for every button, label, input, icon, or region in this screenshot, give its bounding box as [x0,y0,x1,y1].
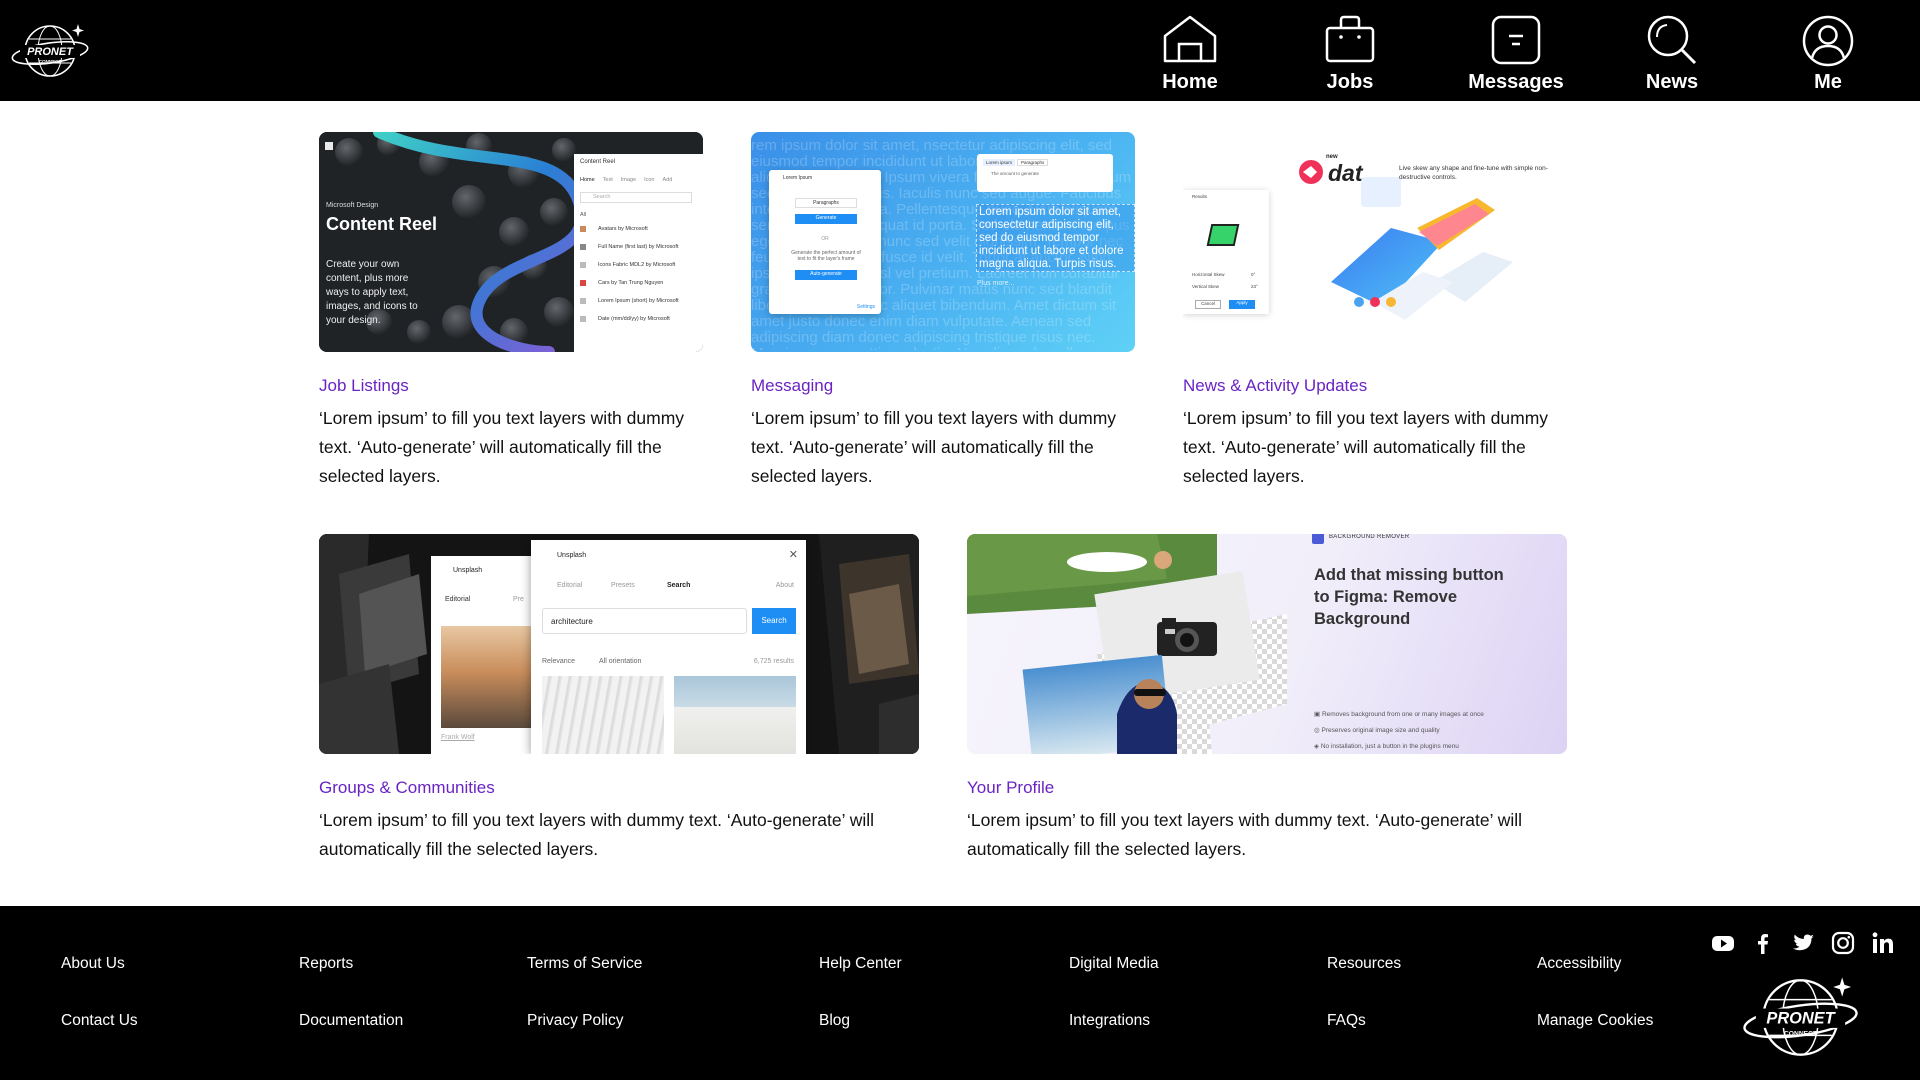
card-desc-groups-communities: ‘Lorem ipsum’ to fill you text layers wi… [319,810,875,859]
nav-news[interactable]: News [1607,0,1737,101]
badge-icon [1312,534,1324,544]
unsplash-photo-sunset[interactable] [441,626,541,728]
nav-messages-label: Messages [1468,71,1564,93]
panel-item[interactable]: Avatars by Microsoft [580,226,696,232]
footer-link-digital-media[interactable]: Digital Media [1069,955,1159,973]
nav-jobs-label: Jobs [1326,71,1374,93]
twitter-icon[interactable] [1790,930,1816,956]
messaging-image[interactable]: rem ipsum dolor sit amet, nsectetur adip… [751,132,1135,352]
footer-link-resources[interactable]: Resources [1327,955,1401,973]
content-reel-heading: Content Reel [326,214,438,234]
job-listings-image[interactable]: Microsoft Design Content Reel Create you… [319,132,703,352]
panel-item[interactable]: Full Name (first last) by Microsoft [580,244,696,250]
card-title-your-profile[interactable]: Your Profile [967,778,1054,798]
panel-tabs: Home Text Image Icon Add [580,177,673,183]
unsplash-back-window: Unsplash Editorial Pre Frank Wolf [431,556,541,754]
groups-communities-image[interactable]: Unsplash Editorial Pre Frank Wolf Unspla… [319,534,919,754]
site-footer [0,906,1920,1080]
panel-item[interactable]: Cars by Tan Trung Nguyen [580,280,696,286]
lorem-mini-panel: Lorem ipsum Paragraphs The amount to gen… [977,154,1113,192]
card-desc-news-activity: ‘Lorem ipsum’ to fill you text layers wi… [1183,408,1549,486]
nav-news-label: News [1645,71,1699,93]
panel-item[interactable]: Icons Fabric MDL2 by Microsoft [580,262,696,268]
remove-bg-bullet: ◎ Preserves original image size and qual… [1314,727,1440,734]
footer-link-help-center[interactable]: Help Center [819,955,902,973]
your-profile-image[interactable]: BACKGROUND REMOVER Add that missing butt… [967,534,1567,754]
panel-item[interactable]: Lorem Ipsum (short) by Microsoft [580,298,696,304]
nav-jobs[interactable]: Jobs [1285,0,1415,101]
content-reel-panel: Content Reel Home Text Image Icon Add Se… [574,154,703,352]
lorem-overlay-text: Lorem ipsum dolor sit amet, consectetur … [976,204,1135,272]
instagram-icon[interactable] [1830,930,1856,956]
unsplash-search-input[interactable]: architecture [542,608,747,634]
unsplash-photo-arches[interactable] [542,676,664,754]
search-icon [1647,15,1697,65]
card-title-messaging[interactable]: Messaging [751,376,833,396]
skewdat-logo: new dat [1326,154,1363,186]
remove-bg-headline: Add that missing button to Figma: Remove… [1314,566,1504,628]
svg-text:CONNECT: CONNECT [1784,1030,1818,1037]
footer-link-about-us[interactable]: About Us [61,955,125,973]
unsplash-back-tab[interactable]: Editorial [445,596,470,603]
card-desc-your-profile: ‘Lorem ipsum’ to fill you text layers wi… [967,810,1523,859]
news-activity-image[interactable]: new dat Live skew any shape and fine-tun… [1183,132,1567,352]
card-desc-messaging: ‘Lorem ipsum’ to fill you text layers wi… [751,408,1117,486]
unsplash-photo-building[interactable] [674,676,796,754]
panel-item[interactable]: Date (mm/dd/yy) by Microsoft [580,316,696,322]
unsplash-search-button[interactable]: Search [752,608,796,634]
footer-link-blog[interactable]: Blog [819,1012,850,1030]
nav-home-label: Home [1162,71,1218,93]
card-title-job-listings[interactable]: Job Listings [319,376,409,396]
unsplash-front-window: Unsplash ✕ Editorial Presets Search Abou… [531,540,806,754]
footer-link-terms-of-service[interactable]: Terms of Service [527,955,642,973]
footer-link-integrations[interactable]: Integrations [1069,1012,1150,1030]
panel-search[interactable]: Search [580,192,692,203]
footer-link-documentation[interactable]: Documentation [299,1012,403,1030]
footer-link-privacy-policy[interactable]: Privacy Policy [527,1012,623,1030]
content-reel-eyebrow: Microsoft Design [326,202,379,209]
svg-text:PRONET: PRONET [27,46,74,58]
nav-me[interactable]: Me [1763,0,1893,101]
linkedin-icon[interactable] [1870,930,1896,956]
card-desc-job-listings: ‘Lorem ipsum’ to fill you text layers wi… [319,408,685,486]
user-icon [1802,15,1854,67]
top-navbar: PRONET CONNECT Home Jobs Messages News M… [0,0,1920,101]
nav-messages[interactable]: Messages [1451,0,1581,101]
facebook-icon[interactable] [1750,930,1776,956]
card-title-news-activity[interactable]: News & Activity Updates [1183,376,1367,396]
pronet-logo[interactable]: PRONET CONNECT [10,20,92,80]
nav-me-label: Me [1814,71,1842,93]
nav-home[interactable]: Home [1125,0,1255,101]
remove-bg-bullet: ▣ Removes background from one or many im… [1314,711,1484,718]
lorem-dialog: Lorem Ipsum Paragraphs Generate OR Gener… [769,170,881,314]
footer-link-manage-cookies[interactable]: Manage Cookies [1537,1012,1653,1030]
footer-link-reports[interactable]: Reports [299,955,353,973]
remove-bg-bullet: ◈ No installation, just a button in the … [1314,743,1459,750]
briefcase-icon [1325,15,1375,63]
footer-link-contact-us[interactable]: Contact Us [61,1012,138,1030]
youtube-icon[interactable] [1710,930,1736,956]
close-icon[interactable]: ✕ [789,548,798,561]
lorem-plus-more: Plus more... [977,280,1015,287]
content-reel-body: Create your own content, plus more ways … [326,259,418,326]
pronet-footer-logo[interactable]: PRONET CONNECT [1741,971,1863,1061]
svg-text:CONNECT: CONNECT [39,59,62,64]
home-icon [1163,15,1217,63]
message-icon [1491,15,1541,65]
skewdat-tagline: Live skew any shape and fine-tune with s… [1399,165,1548,181]
skew-panel: Results Horizontal Skew 0° Vertical Skew… [1183,190,1269,314]
remove-bg-badge: BACKGROUND REMOVER [1329,534,1410,540]
skew-preview [1206,224,1240,246]
svg-text:PRONET: PRONET [1766,1009,1836,1027]
footer-link-accessibility[interactable]: Accessibility [1537,955,1621,973]
footer-link-faqs[interactable]: FAQs [1327,1012,1366,1030]
unsplash-back-tab[interactable]: Pre [513,596,524,603]
card-title-groups-communities[interactable]: Groups & Communities [319,778,495,798]
